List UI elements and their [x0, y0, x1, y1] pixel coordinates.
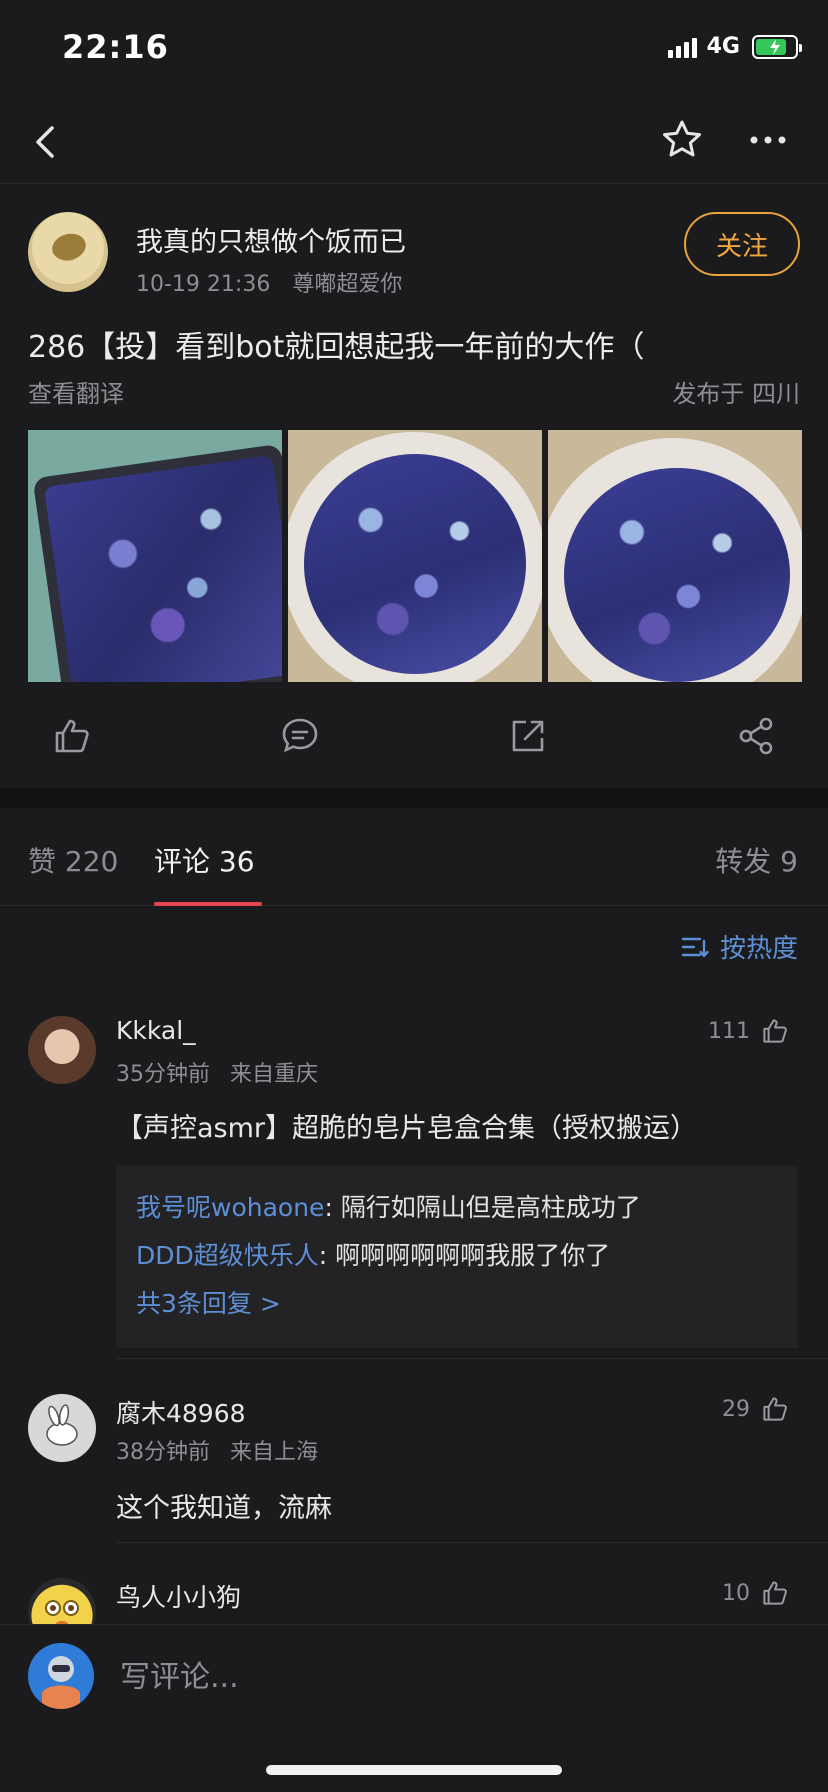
reply-item: 我号呢wohaone: 隔行如隔山但是高柱成功了: [136, 1184, 778, 1232]
more-replies-link[interactable]: 共3条回复 >: [136, 1280, 778, 1328]
comment-like-button[interactable]: 111: [708, 1014, 792, 1048]
reply-item: DDD超级快乐人: 啊啊啊啊啊啊我服了你了: [136, 1232, 778, 1280]
author-name[interactable]: 我真的只想做个饭而已: [136, 220, 406, 259]
battery-icon: [752, 34, 802, 59]
post-meta: 10-19 21:36 尊嘟超爱你: [136, 266, 402, 298]
comment-compose-bar: [0, 1624, 828, 1792]
comment-text: 【声控asmr】超脆的皂片皂盒合集（授权搬运）: [116, 1113, 698, 1144]
sort-icon: [681, 937, 709, 957]
status-time: 22:16: [62, 28, 169, 66]
like-icon[interactable]: [48, 712, 96, 760]
comment-like-count: 111: [708, 1018, 750, 1044]
signal-icon: [667, 36, 697, 58]
author-avatar[interactable]: [28, 212, 108, 292]
tab-comments[interactable]: 评论 36: [154, 840, 255, 880]
tab-reposts[interactable]: 转发 9: [715, 840, 798, 880]
weibo-post-detail: 22:16 4G 我真的只想做个饭而已 10-19 21:36 尊嘟超爱你 关注…: [0, 0, 828, 1792]
more-icon[interactable]: [744, 116, 792, 164]
home-indicator: [266, 1765, 562, 1775]
status-indicators: 4G: [667, 34, 802, 59]
post-time: 10-19 21:36: [136, 272, 271, 297]
post-image-1[interactable]: [28, 430, 282, 682]
commenter-avatar[interactable]: [28, 1016, 96, 1084]
repost-icon[interactable]: [504, 712, 552, 760]
post-images: [28, 430, 802, 682]
star-icon[interactable]: [658, 116, 706, 164]
post-location: 发布于 四川: [672, 380, 800, 408]
comment-like-button[interactable]: 10: [722, 1576, 792, 1610]
tab-bar: 赞 220 评论 36 转发 9: [0, 808, 828, 906]
post-source: 尊嘟超爱你: [292, 272, 403, 297]
reply-text: : 啊啊啊啊啊啊我服了你了: [318, 1241, 611, 1270]
status-bar: 22:16 4G: [0, 0, 828, 100]
comment-time: 38分钟前: [116, 1440, 210, 1465]
translate-link[interactable]: 查看翻译: [28, 374, 124, 409]
comment-like-button[interactable]: 29: [722, 1392, 792, 1426]
reply-text: : 隔行如隔山但是高柱成功了: [324, 1193, 641, 1222]
commenter-avatar[interactable]: [28, 1394, 96, 1462]
commenter-name[interactable]: Kkkal_: [116, 1016, 196, 1045]
thumb-up-icon: [763, 1019, 787, 1043]
post-text: 286【投】看到bot就回想起我一年前的大作（: [28, 330, 645, 365]
comment-text: 这个我知道，流麻: [116, 1493, 332, 1524]
comment-location: 来自上海: [230, 1440, 319, 1465]
comment-divider: [116, 1358, 828, 1359]
comment-icon[interactable]: [276, 712, 324, 760]
comment-like-count: 10: [722, 1580, 750, 1606]
network-type: 4G: [706, 34, 740, 59]
comment-meta: 35分钟前 来自重庆: [116, 1056, 318, 1088]
comment-input[interactable]: [120, 1649, 800, 1705]
my-avatar[interactable]: [28, 1643, 94, 1709]
comment-divider: [116, 1542, 828, 1543]
commenter-name[interactable]: 腐木48968: [116, 1394, 246, 1430]
comment-meta: 38分钟前 来自上海: [116, 1434, 318, 1466]
section-divider: [0, 788, 828, 808]
share-icon[interactable]: [732, 712, 780, 760]
reply-user[interactable]: 我号呢wohaone: [136, 1193, 324, 1222]
comment-location: 来自重庆: [230, 1062, 319, 1087]
back-icon[interactable]: [24, 118, 72, 166]
post-actions: [0, 700, 828, 772]
thumb-up-icon: [763, 1397, 787, 1421]
comment-like-count: 29: [722, 1396, 750, 1422]
commenter-name[interactable]: 鸟人小小狗: [116, 1578, 241, 1614]
comment-time: 35分钟前: [116, 1062, 210, 1087]
sort-button[interactable]: 按热度: [680, 928, 798, 965]
follow-button[interactable]: 关注: [684, 212, 800, 276]
nav-bar: [0, 100, 828, 184]
reply-box[interactable]: 我号呢wohaone: 隔行如隔山但是高柱成功了 DDD超级快乐人: 啊啊啊啊啊…: [116, 1166, 798, 1348]
post-image-2[interactable]: [288, 430, 542, 682]
tab-likes[interactable]: 赞 220: [28, 840, 118, 880]
reply-user[interactable]: DDD超级快乐人: [136, 1241, 319, 1270]
thumb-up-icon: [763, 1581, 787, 1605]
tab-indicator: [154, 902, 262, 906]
sort-label: 按热度: [719, 934, 798, 964]
post-image-3[interactable]: [548, 430, 802, 682]
